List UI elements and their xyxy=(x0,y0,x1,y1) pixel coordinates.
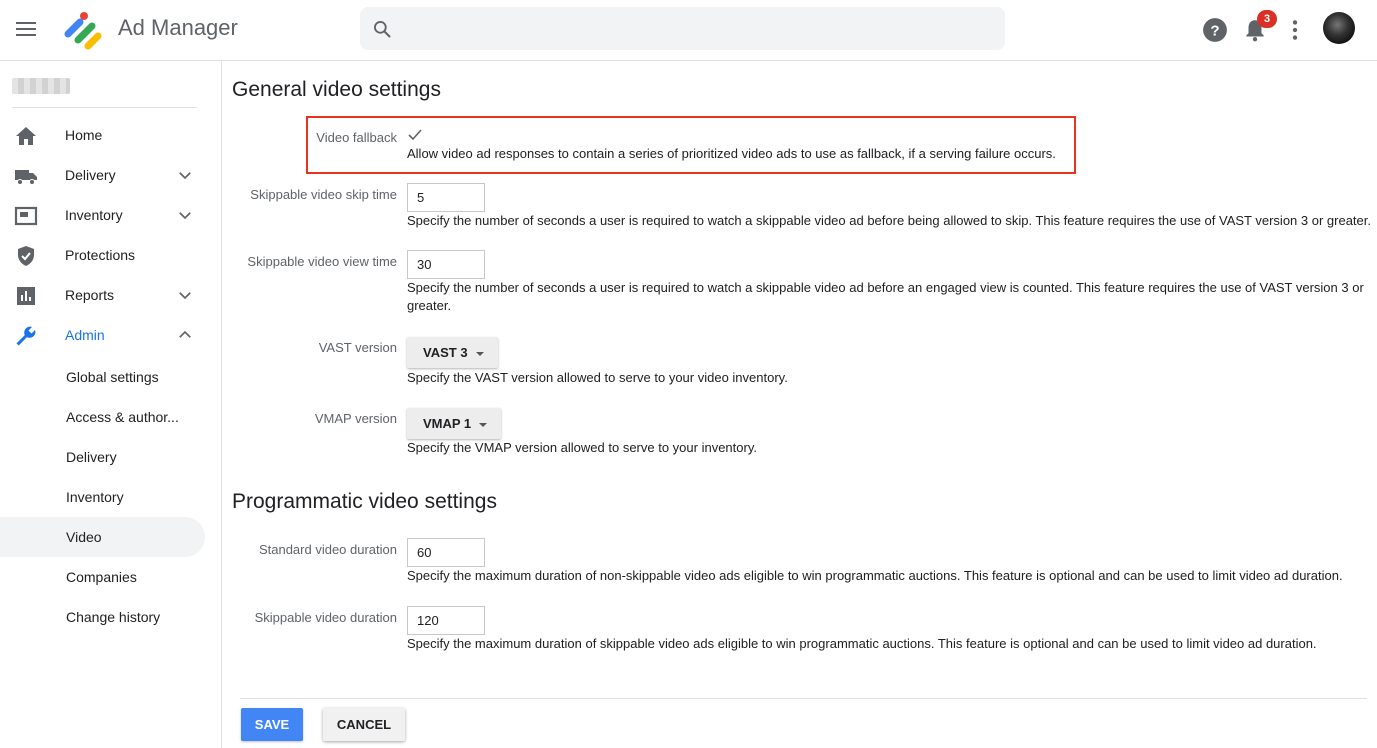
view-time-input[interactable] xyxy=(407,250,485,279)
video-fallback-checkbox[interactable] xyxy=(407,127,423,143)
ad-manager-logo xyxy=(64,12,102,50)
skip-time-label: Skippable video skip time xyxy=(250,187,397,202)
sidebar-subitem-access-authorization[interactable]: Access & author... xyxy=(0,397,205,437)
home-icon xyxy=(16,127,36,145)
standard-duration-help: Specify the maximum duration of non-skip… xyxy=(407,568,1343,583)
sidebar-item-reports[interactable]: Reports xyxy=(0,276,205,316)
skip-time-help: Specify the number of seconds a user is … xyxy=(407,213,1371,228)
sidebar-subitem-video[interactable]: Video xyxy=(0,517,205,557)
menu-icon[interactable] xyxy=(14,19,38,39)
caret-down-icon xyxy=(475,351,484,356)
sidebar-subitem-label: Access & author... xyxy=(66,409,179,425)
sidebar-subitem-label: Inventory xyxy=(66,489,124,505)
section-title-general: General video settings xyxy=(232,78,441,101)
sidebar-subitem-label: Global settings xyxy=(66,369,159,385)
search-bar[interactable] xyxy=(360,7,1005,50)
sidebar-item-label: Inventory xyxy=(65,207,123,223)
view-time-label: Skippable video view time xyxy=(247,254,397,269)
top-app-bar: Ad Manager ? 3 xyxy=(0,0,1377,61)
footer-divider xyxy=(240,698,1367,699)
sidebar-subitem-companies[interactable]: Companies xyxy=(0,557,205,597)
sidebar-subitem-inventory[interactable]: Inventory xyxy=(0,477,205,517)
main-content: General video settings Video fallback Al… xyxy=(223,61,1377,748)
vast-version-value: VAST 3 xyxy=(423,345,468,360)
standard-duration-label: Standard video duration xyxy=(258,542,397,557)
sidebar-subitem-global-settings[interactable]: Global settings xyxy=(0,357,205,397)
view-time-help-line2: greater. xyxy=(407,298,452,313)
video-fallback-label: Video fallback xyxy=(316,130,397,145)
sidebar-item-admin[interactable]: Admin xyxy=(0,316,205,356)
sidebar: Home Delivery Inventory Protections Repo… xyxy=(0,61,222,748)
chevron-down-icon[interactable] xyxy=(176,206,194,224)
more-vert-icon[interactable] xyxy=(1282,17,1308,43)
sidebar-item-label: Home xyxy=(65,127,103,143)
vmap-version-label: VMAP version xyxy=(314,411,397,426)
svg-text:?: ? xyxy=(1210,22,1219,39)
sidebar-subitem-label: Delivery xyxy=(66,449,117,465)
vmap-version-help: Specify the VMAP version allowed to serv… xyxy=(407,440,757,455)
sidebar-subitem-label: Companies xyxy=(66,569,137,585)
bar-chart-icon xyxy=(17,287,35,305)
chevron-down-icon[interactable] xyxy=(176,286,194,304)
notification-badge: 3 xyxy=(1257,10,1277,28)
sidebar-subitem-delivery[interactable]: Delivery xyxy=(0,437,205,477)
view-time-help-line1: Specify the number of seconds a user is … xyxy=(407,280,1364,295)
skip-time-input[interactable] xyxy=(407,183,485,212)
sidebar-item-label: Reports xyxy=(65,287,115,303)
help-icon[interactable]: ? xyxy=(1202,17,1228,43)
search-icon[interactable] xyxy=(372,19,392,39)
sidebar-subitem-change-history[interactable]: Change history xyxy=(0,597,205,637)
sidebar-subitem-label: Change history xyxy=(66,609,161,625)
skippable-duration-help: Specify the maximum duration of skippabl… xyxy=(407,636,1317,651)
network-name-redacted xyxy=(12,78,70,94)
sidebar-item-label: Admin xyxy=(65,327,105,343)
truck-icon xyxy=(15,170,37,185)
vmap-version-dropdown[interactable]: VMAP 1 xyxy=(407,408,502,439)
skippable-duration-input[interactable] xyxy=(407,606,485,635)
wrench-icon xyxy=(16,326,36,346)
sidebar-subitem-label: Video xyxy=(66,529,102,545)
section-title-programmatic: Programmatic video settings xyxy=(232,490,497,513)
chevron-up-icon[interactable] xyxy=(176,326,194,344)
sidebar-item-protections[interactable]: Protections xyxy=(0,236,205,276)
sidebar-item-inventory[interactable]: Inventory xyxy=(0,196,205,236)
skippable-duration-label: Skippable video duration xyxy=(254,610,397,625)
sidebar-item-delivery[interactable]: Delivery xyxy=(0,156,205,196)
video-fallback-help: Allow video ad responses to contain a se… xyxy=(407,146,1056,161)
vast-version-label: VAST version xyxy=(318,340,397,355)
shield-icon xyxy=(18,246,34,266)
sidebar-item-label: Delivery xyxy=(65,167,116,183)
cancel-button[interactable]: CANCEL xyxy=(323,708,405,741)
standard-duration-input[interactable] xyxy=(407,538,485,567)
vast-version-dropdown[interactable]: VAST 3 xyxy=(407,337,498,368)
sidebar-item-label: Protections xyxy=(65,247,136,263)
inventory-icon xyxy=(14,206,38,226)
avatar[interactable] xyxy=(1323,12,1355,44)
chevron-down-icon[interactable] xyxy=(176,166,194,184)
save-button[interactable]: SAVE xyxy=(241,708,303,741)
app-title: Ad Manager xyxy=(118,15,238,40)
vast-version-help: Specify the VAST version allowed to serv… xyxy=(407,370,788,385)
sidebar-divider xyxy=(12,107,197,108)
caret-down-icon xyxy=(479,422,488,427)
sidebar-item-home[interactable]: Home xyxy=(0,116,205,156)
search-input[interactable] xyxy=(408,13,988,43)
vmap-version-value: VMAP 1 xyxy=(423,416,472,431)
